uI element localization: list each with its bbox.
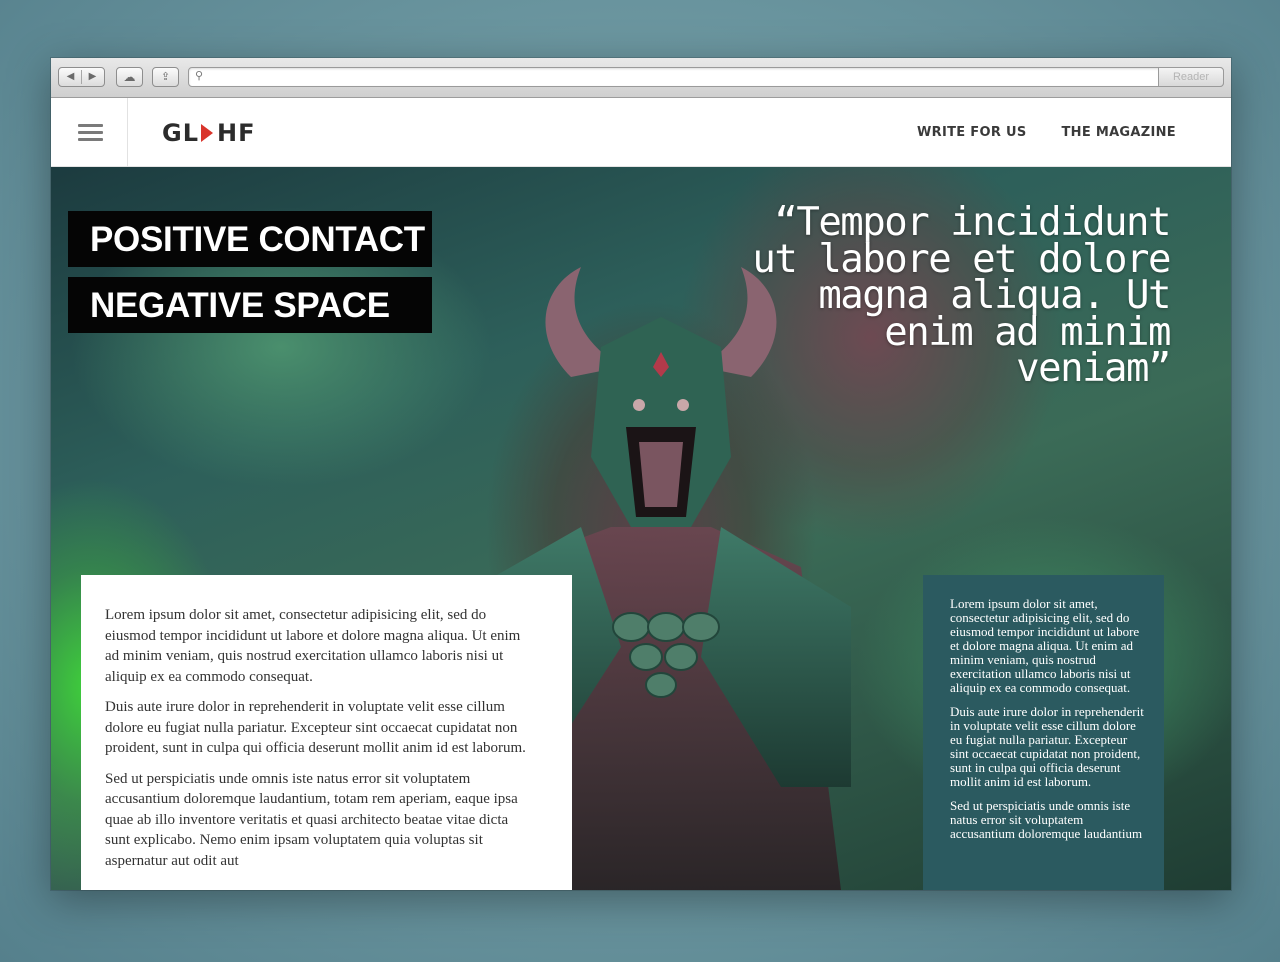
back-arrow-icon[interactable]: ◀ bbox=[60, 68, 82, 86]
hamburger-menu-icon[interactable] bbox=[78, 124, 103, 142]
sidebar-paragraph: Lorem ipsum dolor sit amet, consectetur … bbox=[950, 596, 1140, 695]
share-button[interactable]: ⇪ bbox=[152, 67, 179, 87]
forward-arrow-icon[interactable]: ▶ bbox=[82, 68, 104, 86]
search-icon: ⚲ bbox=[195, 69, 204, 82]
article-sidebar-column: Lorem ipsum dolor sit amet, consectetur … bbox=[923, 575, 1164, 890]
share-icon: ⇪ bbox=[160, 70, 171, 83]
icloud-tabs-button[interactable]: ☁ bbox=[116, 67, 143, 87]
article-paragraph: Lorem ipsum dolor sit amet, consectetur … bbox=[105, 607, 521, 685]
logo-text-right: HF bbox=[217, 119, 256, 147]
main-nav: WRITE FOR US THE MAGAZINE bbox=[917, 125, 1176, 140]
hero-section: POSITIVE CONTACT NEGATIVE SPACE “Tempor … bbox=[51, 167, 1231, 890]
header-divider bbox=[127, 98, 128, 167]
button-separator bbox=[81, 70, 82, 84]
pull-quote: “Tempor incididunt ut labore et dolore m… bbox=[752, 200, 1171, 391]
nav-the-magazine[interactable]: THE MAGAZINE bbox=[1061, 125, 1176, 140]
headline-line-1: POSITIVE CONTACT bbox=[68, 211, 432, 267]
nav-write-for-us[interactable]: WRITE FOR US bbox=[917, 125, 1026, 140]
address-bar[interactable]: ⚲ Reader bbox=[188, 67, 1224, 87]
back-forward-buttons: ◀ ▶ bbox=[58, 67, 105, 87]
article-paragraph: Sed ut perspiciatis unde omnis iste natu… bbox=[105, 770, 518, 869]
logo-arrow-icon bbox=[201, 124, 213, 142]
site-logo[interactable]: GL HF bbox=[162, 118, 255, 148]
browser-window: ◀ ▶ ☁ ⇪ ⚲ Reader GL HF WRITE FOR US THE M… bbox=[51, 58, 1231, 890]
reader-button[interactable]: Reader bbox=[1158, 67, 1224, 87]
headline-line-2: NEGATIVE SPACE bbox=[68, 277, 432, 333]
sidebar-paragraph: Sed ut perspiciatis unde omnis iste natu… bbox=[950, 798, 1143, 841]
article-paragraph: Duis aute irure dolor in reprehenderit i… bbox=[105, 699, 526, 756]
browser-toolbar: ◀ ▶ ☁ ⇪ ⚲ Reader bbox=[51, 58, 1231, 98]
sidebar-paragraph: Duis aute irure dolor in reprehenderit i… bbox=[950, 704, 1144, 789]
site-header: GL HF WRITE FOR US THE MAGAZINE bbox=[51, 98, 1231, 167]
cloud-icon: ☁ bbox=[123, 70, 136, 84]
article-main-column: Lorem ipsum dolor sit amet, consectetur … bbox=[81, 575, 572, 890]
logo-text-left: GL bbox=[162, 119, 199, 147]
